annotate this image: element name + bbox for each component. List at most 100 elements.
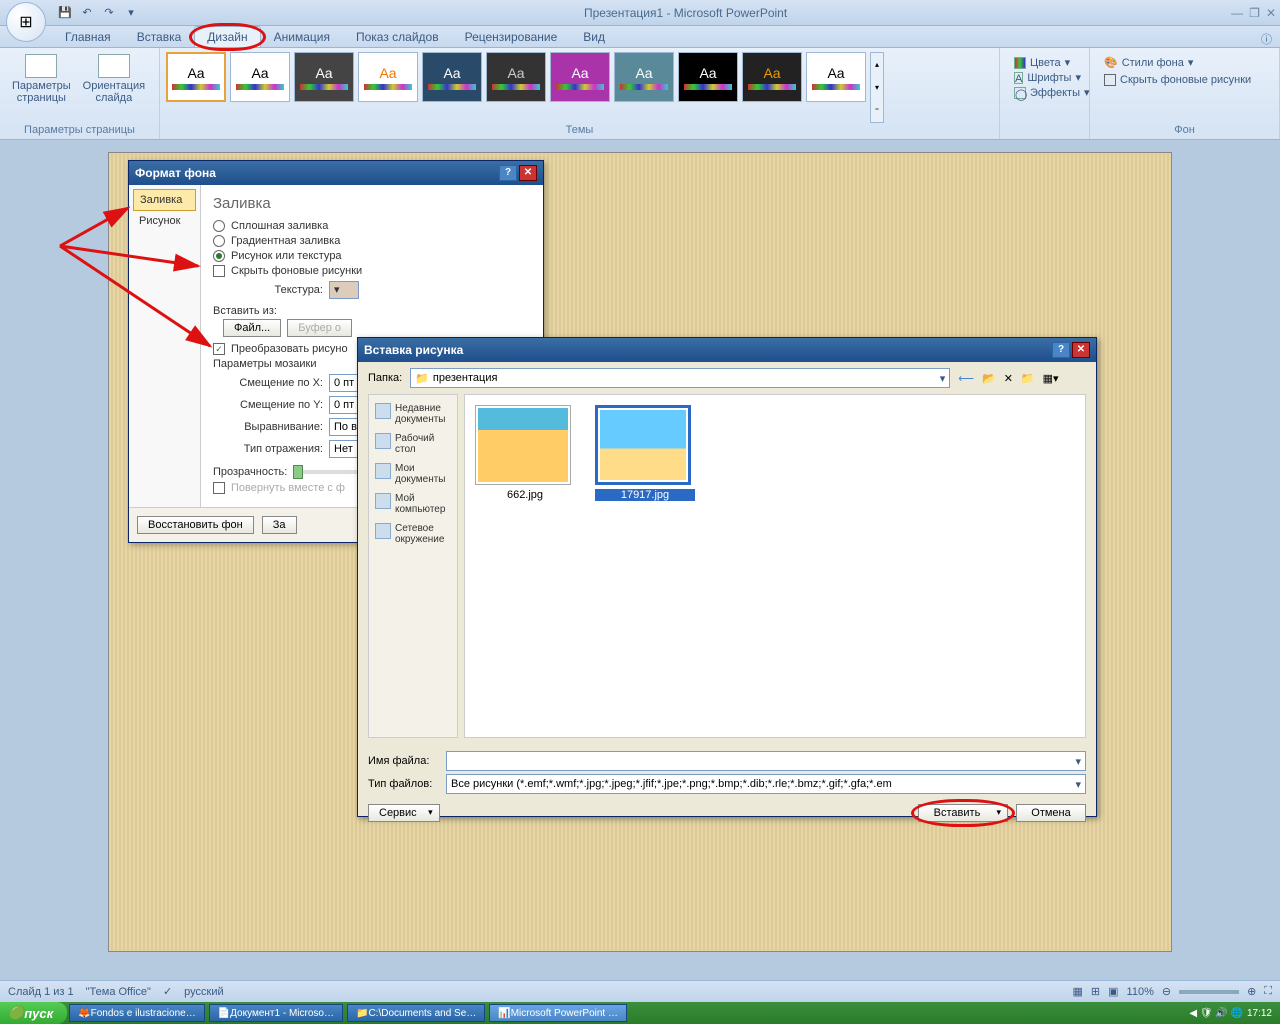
dialog-titlebar[interactable]: Вставка рисунка ?✕	[358, 338, 1096, 362]
fonts-button[interactable]: AШрифты ▾	[1014, 71, 1075, 84]
service-button[interactable]: Сервис	[368, 804, 440, 822]
statusbar: Слайд 1 из 1 "Тема Office" ✓ русский ▦ ⊞…	[0, 980, 1280, 1002]
themes-gallery[interactable]: Aa Aa Aa Aa Aa Aa Aa Aa Aa Aa Aa ▴▾⁼	[166, 52, 993, 123]
file-list[interactable]: 662.jpg 17917.jpg	[464, 394, 1086, 738]
zoom-slider[interactable]	[1179, 990, 1239, 994]
filename-input[interactable]: ▾	[446, 751, 1086, 771]
theme-thumb[interactable]: Aa	[742, 52, 802, 102]
folder-combo[interactable]: 📁 презентация▾	[410, 368, 950, 388]
place-documents[interactable]: Мои документы	[373, 459, 453, 489]
effects-button[interactable]: ◯Эффекты ▾	[1014, 86, 1075, 99]
redo-icon[interactable]: ↷	[100, 4, 118, 22]
dialog-titlebar[interactable]: Формат фона ?✕	[129, 161, 543, 185]
radio-picture[interactable]: Рисунок или текстура	[213, 250, 531, 262]
filetype-label: Тип файлов:	[368, 778, 438, 790]
language[interactable]: русский	[184, 986, 223, 998]
app-title: Презентация1 - Microsoft PowerPoint	[140, 6, 1231, 20]
save-icon[interactable]: 💾	[56, 4, 74, 22]
undo-icon[interactable]: ↶	[78, 4, 96, 22]
theme-thumb[interactable]: Aa	[550, 52, 610, 102]
close-icon[interactable]: ✕	[1266, 6, 1276, 20]
tab-insert[interactable]: Вставка	[124, 26, 195, 47]
taskbar-item[interactable]: 📄 Документ1 - Microso…	[209, 1004, 343, 1022]
close-icon[interactable]: ✕	[519, 165, 537, 181]
spellcheck-icon[interactable]: ✓	[163, 985, 172, 998]
office-button[interactable]: ⊞	[6, 2, 46, 42]
dialog-title: Формат фона	[135, 166, 216, 180]
theme-thumb[interactable]: Aa	[614, 52, 674, 102]
theme-thumb[interactable]: Aa	[678, 52, 738, 102]
place-computer[interactable]: Мой компьютер	[373, 489, 453, 519]
theme-thumb[interactable]: Aa	[806, 52, 866, 102]
restore-button[interactable]: Восстановить фон	[137, 516, 254, 534]
filetype-select[interactable]: Все рисунки (*.emf;*.wmf;*.jpg;*.jpeg;*.…	[446, 774, 1086, 794]
close-icon[interactable]: ✕	[1072, 342, 1090, 358]
view-sorter-icon[interactable]: ⊞	[1091, 985, 1100, 998]
taskbar-item[interactable]: 📁 C:\Documents and Se…	[347, 1004, 485, 1022]
ribbon-tabs: Главная Вставка Дизайн Анимация Показ сл…	[0, 26, 1280, 48]
theme-thumb[interactable]: Aa	[358, 52, 418, 102]
slide-orientation-button[interactable]: Ориентация слайда	[77, 52, 151, 106]
minimize-icon[interactable]: —	[1231, 6, 1243, 20]
theme-thumb[interactable]: Aa	[294, 52, 354, 102]
help-icon[interactable]: ?	[1052, 342, 1070, 358]
quick-access-toolbar: 💾 ↶ ↷ ▾	[56, 4, 140, 22]
back-icon[interactable]: ⟵	[958, 372, 974, 385]
delete-icon[interactable]: ✕	[1004, 372, 1013, 385]
theme-thumb[interactable]: Aa	[486, 52, 546, 102]
ribbon: Параметры страницы Ориентация слайда Пар…	[0, 48, 1280, 140]
insert-picture-dialog: Вставка рисунка ?✕ Папка: 📁 презентация▾…	[357, 337, 1097, 817]
file-item[interactable]: 17917.jpg	[595, 405, 695, 501]
taskbar-item[interactable]: 🦊 Fondos e ilustracione…	[69, 1004, 205, 1022]
checkbox-hide-bg[interactable]: Скрыть фоновые рисунки	[213, 265, 531, 277]
radio-gradient[interactable]: Градиентная заливка	[213, 235, 531, 247]
view-slideshow-icon[interactable]: ▣	[1108, 985, 1118, 998]
views-icon[interactable]: ▦▾	[1043, 372, 1059, 385]
group-themes-label: Темы	[166, 123, 993, 137]
folder-label: Папка:	[368, 372, 402, 384]
clipboard-button: Буфер о	[287, 319, 352, 337]
fit-icon[interactable]: ⛶	[1264, 985, 1272, 998]
tab-home[interactable]: Главная	[52, 26, 124, 47]
colors-button[interactable]: Цвета ▾	[1014, 56, 1075, 69]
radio-solid[interactable]: Сплошная заливка	[213, 220, 531, 232]
cancel-button[interactable]: Отмена	[1016, 804, 1086, 822]
place-desktop[interactable]: Рабочий стол	[373, 429, 453, 459]
themes-more-icon[interactable]: ▴▾⁼	[870, 52, 884, 123]
insert-button[interactable]: Вставить	[918, 804, 1008, 822]
maximize-icon[interactable]: ❐	[1249, 6, 1260, 20]
theme-thumb[interactable]: Aa	[230, 52, 290, 102]
background-styles-button[interactable]: 🎨 Стили фона ▾	[1104, 56, 1265, 69]
theme-thumb[interactable]: Aa	[166, 52, 226, 102]
tab-review[interactable]: Рецензирование	[452, 26, 571, 47]
place-recent[interactable]: Недавние документы	[373, 399, 453, 429]
page-setup-button[interactable]: Параметры страницы	[6, 52, 77, 106]
taskbar-item[interactable]: 📊 Microsoft PowerPoint …	[489, 1004, 627, 1022]
group-background-label: Фон	[1096, 123, 1273, 137]
zoom-out-icon[interactable]: ⊖	[1162, 985, 1171, 998]
start-button[interactable]: 🟢 пуск	[0, 1002, 67, 1024]
file-button[interactable]: Файл...	[223, 319, 281, 337]
zoom-in-icon[interactable]: ⊕	[1247, 985, 1256, 998]
qat-more-icon[interactable]: ▾	[122, 4, 140, 22]
up-icon[interactable]: 📂	[982, 372, 996, 385]
help-icon[interactable]: ⓘ	[1261, 31, 1272, 47]
system-tray[interactable]: ◀ 🛡 🔊 🌐 17:12	[1181, 1002, 1280, 1024]
hide-background-checkbox[interactable]: Скрыть фоновые рисунки	[1104, 74, 1265, 86]
theme-thumb[interactable]: Aa	[422, 52, 482, 102]
help-icon[interactable]: ?	[499, 165, 517, 181]
view-normal-icon[interactable]: ▦	[1073, 985, 1083, 998]
file-item[interactable]: 662.jpg	[475, 405, 575, 501]
apply-all-button[interactable]: За	[262, 516, 297, 534]
new-folder-icon[interactable]: 📁	[1021, 372, 1035, 385]
tab-animation[interactable]: Анимация	[261, 26, 343, 47]
filename-label: Имя файла:	[368, 755, 438, 767]
texture-picker[interactable]: ▾	[329, 281, 359, 299]
zoom-value[interactable]: 110%	[1127, 986, 1154, 998]
taskbar: 🟢 пуск 🦊 Fondos e ilustracione… 📄 Докуме…	[0, 1002, 1280, 1024]
tab-view[interactable]: Вид	[570, 26, 618, 47]
titlebar: 💾 ↶ ↷ ▾ Презентация1 - Microsoft PowerPo…	[0, 0, 1280, 26]
tab-slideshow[interactable]: Показ слайдов	[343, 26, 452, 47]
place-network[interactable]: Сетевое окружение	[373, 519, 453, 549]
tab-design[interactable]: Дизайн	[194, 26, 260, 47]
